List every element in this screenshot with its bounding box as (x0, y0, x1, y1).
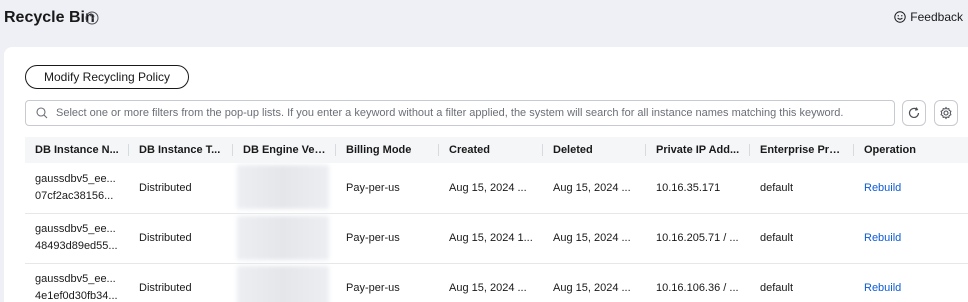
column-header-created[interactable]: Created (439, 137, 543, 163)
instance-name-cell: gaussdbv5_ee... 48493d89ed55... (25, 213, 129, 264)
operation-cell: Rebuild (854, 213, 968, 264)
instance-name[interactable]: gaussdbv5_ee... (35, 271, 119, 288)
instance-id: 48493d89ed55... (35, 240, 118, 252)
column-header-instance-name[interactable]: DB Instance N... (25, 137, 129, 163)
gear-icon (940, 106, 952, 120)
settings-button[interactable] (934, 100, 958, 126)
engine-version-cell (233, 163, 336, 214)
created-cell: Aug 15, 2024 ... (439, 263, 543, 302)
search-box[interactable] (25, 100, 895, 126)
engine-version-cell (233, 213, 336, 264)
engine-version-cell (233, 263, 336, 302)
refresh-icon (908, 107, 920, 119)
instance-name-cell: gaussdbv5_ee... 4e1ef0d30fb34... (25, 263, 129, 302)
rebuild-link[interactable]: Rebuild (864, 282, 901, 294)
created-cell: Aug 15, 2024 ... (439, 163, 543, 214)
enterprise-project-cell: default (750, 163, 854, 214)
column-header-instance-type[interactable]: DB Instance T... (129, 137, 233, 163)
instance-name[interactable]: gaussdbv5_ee... (35, 221, 119, 238)
refresh-button[interactable] (902, 100, 926, 126)
column-header-private-ip[interactable]: Private IP Add... (646, 137, 750, 163)
table-row: gaussdbv5_ee... 48493d89ed55... Distribu… (25, 213, 968, 264)
instance-type-cell: Distributed (129, 163, 233, 214)
table-row: gaussdbv5_ee... 07cf2ac38156... Distribu… (25, 163, 968, 214)
billing-mode-cell: Pay-per-us (336, 163, 439, 214)
column-header-operation: Operation (854, 137, 968, 163)
column-header-deleted[interactable]: Deleted (543, 137, 646, 163)
billing-mode-cell: Pay-per-us (336, 263, 439, 302)
private-ip-cell: 10.16.106.36 / ... (646, 263, 750, 302)
search-input[interactable] (56, 103, 894, 123)
modify-recycling-policy-button[interactable]: Modify Recycling Policy (25, 65, 189, 89)
page-title: Recycle Bin (4, 9, 95, 26)
smile-face-icon (894, 11, 906, 23)
rebuild-link[interactable]: Rebuild (864, 232, 901, 244)
instance-type-cell: Distributed (129, 213, 233, 264)
deleted-cell: Aug 15, 2024 ... (543, 213, 646, 264)
column-header-billing-mode[interactable]: Billing Mode (336, 137, 439, 163)
instance-name[interactable]: gaussdbv5_ee... (35, 171, 119, 188)
deleted-cell: Aug 15, 2024 ... (543, 163, 646, 214)
column-header-engine-version[interactable]: DB Engine Ver... (233, 137, 336, 163)
enterprise-project-cell: default (750, 263, 854, 302)
instance-name-cell: gaussdbv5_ee... 07cf2ac38156... (25, 163, 129, 214)
operation-cell: Rebuild (854, 163, 968, 214)
instance-id: 07cf2ac38156... (35, 189, 114, 202)
redacted-engine-version (237, 265, 329, 302)
enterprise-project-cell: default (750, 213, 854, 264)
table-row: gaussdbv5_ee... 4e1ef0d30fb34... Distrib… (25, 263, 968, 302)
main-panel: Modify Recycling Policy DB Instance N... (4, 47, 968, 302)
operation-cell: Rebuild (854, 263, 968, 302)
table-header-row: DB Instance N... DB Instance T... DB Eng… (25, 137, 968, 163)
help-question-icon[interactable] (85, 11, 99, 25)
redacted-engine-version (237, 165, 329, 209)
feedback-label: Feedback (910, 10, 963, 24)
top-bar: Recycle Bin Feedback (0, 0, 968, 38)
instance-type-cell: Distributed (129, 263, 233, 302)
private-ip-cell: 10.16.35.171 (646, 163, 750, 214)
created-cell: Aug 15, 2024 1... (439, 213, 543, 264)
billing-mode-cell: Pay-per-us (336, 213, 439, 264)
instance-id: 4e1ef0d30fb34... (35, 290, 118, 302)
feedback-link[interactable]: Feedback (894, 9, 963, 25)
private-ip-cell: 10.16.205.71 / ... (646, 213, 750, 264)
search-icon (36, 107, 48, 119)
redacted-engine-version (237, 215, 329, 260)
rebuild-link[interactable]: Rebuild (864, 182, 901, 194)
recycle-bin-table: DB Instance N... DB Instance T... DB Eng… (25, 137, 968, 302)
column-header-enterprise-project[interactable]: Enterprise Pro... (750, 137, 854, 163)
deleted-cell: Aug 15, 2024 ... (543, 263, 646, 302)
